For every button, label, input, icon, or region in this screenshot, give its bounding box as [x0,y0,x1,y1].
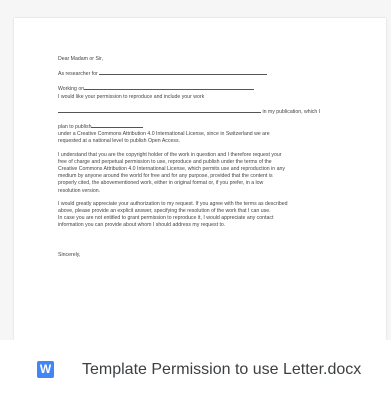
plan-line: plan to publish [58,122,368,131]
file-name[interactable]: Template Permission to use Letter.docx [82,360,361,380]
paragraph-1-line: I understand that you are the copyright … [58,151,282,158]
paragraph-1-line: resolution version. [58,187,101,194]
plan-prefix: plan to publish [58,124,92,131]
researcher-prefix: As researcher for [58,71,98,78]
paragraph-1-line: Creative Commons Attribution 4.0 Interna… [58,166,285,173]
paragraph-2-line: above, please provide an explicit answer… [58,208,271,215]
working-on-blank [84,84,255,91]
permission-request: I would like your permission to reproduc… [58,93,205,100]
file-card[interactable]: Dear Madam or Sir, As researcher for Wor… [0,0,391,399]
publication-blank [58,107,261,113]
license-line-2: requested at a national level to publish… [58,138,180,145]
salutation: Dear Madam or Sir, [58,56,103,62]
paragraph-2-line: I would greatly appreciate your authoriz… [58,200,288,207]
closing: Sincerely, [58,251,81,258]
researcher-blank [99,69,268,76]
working-on-line: Working on [58,84,368,93]
working-on-prefix: Working on [58,86,85,93]
publication-line: in my publication, which I [58,107,368,116]
document-page: Dear Madam or Sir, As researcher for Wor… [14,18,386,340]
researcher-line: As researcher for [58,69,368,78]
paragraph-2-line: information you can provide about whom I… [58,222,226,229]
license-line-1: under a Creative Commons Attribution 4.0… [58,131,270,138]
document-preview[interactable]: Dear Madam or Sir, As researcher for Wor… [0,0,391,340]
file-footer[interactable]: W Template Permission to use Letter.docx [0,352,391,392]
paragraph-1-line: properly cited, the abovementioned work,… [58,180,264,187]
plan-blank [91,122,144,129]
letter-body: Dear Madam or Sir, As researcher for Wor… [58,56,368,259]
paragraph-1-line: medium by anyone around the world for fr… [58,173,273,180]
paragraph-1-line: free of charge and perpetual permission … [58,158,272,165]
word-document-icon: W [37,361,54,378]
publication-suffix: in my publication, which I [262,108,321,115]
paragraph-2-line: In case you are not entitled to grant pe… [58,215,274,222]
